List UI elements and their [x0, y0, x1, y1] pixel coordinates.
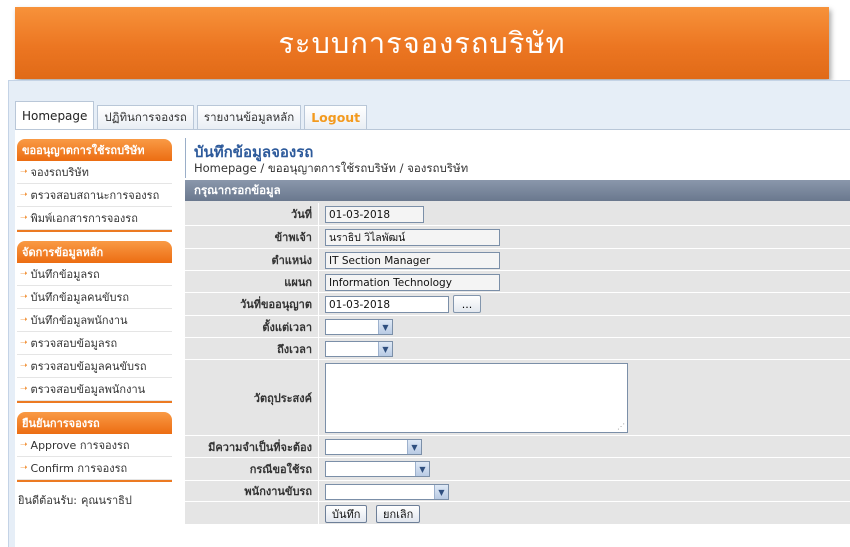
sidebar-item-print-docs[interactable]: ➝ พิมพ์เอกสารการจองรถ: [17, 207, 172, 230]
arrow-right-icon: ➝: [20, 190, 28, 200]
arrow-right-icon: ➝: [20, 315, 28, 325]
sidebar-item-label: บันทึกข้อมูลรถ: [30, 268, 100, 281]
row-necessity: มีความจำเป็นที่จะต้อง ▼: [185, 436, 850, 458]
arrow-right-icon: ➝: [20, 384, 28, 394]
save-button[interactable]: บันทึก: [325, 505, 368, 523]
row-purpose: วัตถุประสงค์ ⋰: [185, 360, 850, 436]
welcome-text: ยินดีต้อนรับ: คุณนราธิป: [18, 491, 132, 509]
tab-logout[interactable]: Logout: [304, 105, 368, 129]
sidebar-section-master-data: จัดการข้อมูลหลัก: [17, 241, 172, 263]
row-request-date: วันที่ขออนุญาต 01-03-2018 ...: [185, 293, 850, 316]
sidebar-section-car-request: ขออนุญาตการใช้รถบริษัท: [17, 139, 172, 161]
app-banner: ระบบการจองรถบริษัท: [15, 7, 829, 79]
actions-label: [185, 502, 319, 524]
request-date-field[interactable]: 01-03-2018: [325, 296, 449, 313]
sidebar-item-check-employee[interactable]: ➝ ตรวจสอบข้อมูลพนักงาน: [17, 378, 172, 401]
driver-select[interactable]: ▼: [325, 484, 449, 500]
arrow-right-icon: ➝: [20, 463, 28, 473]
chevron-down-icon: ▼: [415, 462, 429, 476]
sidebar-item-save-employee[interactable]: ➝ บันทึกข้อมูลพนักงาน: [17, 309, 172, 332]
sidebar-item-check-status[interactable]: ➝ ตรวจสอบสถานะการจองรถ: [17, 184, 172, 207]
row-department: แผนก Information Technology: [185, 271, 850, 293]
sidebar-item-label: จองรถบริษัท: [30, 166, 89, 179]
requester-label: ข้าพเจ้า: [185, 226, 319, 248]
row-requester: ข้าพเจ้า นราธิป วิไลพัฒน์: [185, 226, 850, 249]
sidebar-item-save-driver[interactable]: ➝ บันทึกข้อมูลคนขับรถ: [17, 286, 172, 309]
date-field[interactable]: 01-03-2018: [325, 206, 424, 223]
necessity-select[interactable]: ▼: [325, 439, 422, 455]
form-header: กรุณากรอกข้อมูล: [185, 180, 850, 201]
department-field[interactable]: Information Technology: [325, 274, 500, 291]
sidebar-item-label: Approve การจองรถ: [30, 439, 130, 452]
purpose-label: วัตถุประสงค์: [185, 360, 319, 435]
app-title: ระบบการจองรถบริษัท: [278, 26, 566, 60]
request-date-label: วันที่ขออนุญาต: [185, 293, 319, 315]
sidebar-item-book-car[interactable]: ➝ จองรถบริษัท: [17, 161, 172, 184]
request-case-label: กรณีขอใช้รถ: [185, 458, 319, 480]
row-actions: บันทึก ยกเลิก: [185, 502, 850, 524]
booking-form: กรุณากรอกข้อมูล วันที่ 01-03-2018 ข้าพเจ…: [185, 180, 850, 524]
date-label: วันที่: [185, 203, 319, 225]
main-tabs: Homepage ปฏิทินการจองรถ รายงานข้อมูลหลัก…: [15, 101, 370, 129]
arrow-right-icon: ➝: [20, 269, 28, 279]
sidebar-item-label: บันทึกข้อมูลคนขับรถ: [30, 291, 130, 304]
chevron-down-icon: ▼: [378, 320, 392, 334]
sidebar-item-save-car[interactable]: ➝ บันทึกข้อมูลรถ: [17, 263, 172, 286]
to-time-select[interactable]: ▼: [325, 341, 393, 357]
date-picker-button[interactable]: ...: [453, 295, 481, 313]
to-time-label: ถึงเวลา: [185, 338, 319, 359]
arrow-right-icon: ➝: [20, 338, 28, 348]
from-time-label: ตั้งแต่เวลา: [185, 316, 319, 337]
row-to-time: ถึงเวลา ▼: [185, 338, 850, 360]
chevron-down-icon: ▼: [378, 342, 392, 356]
sidebar-item-approve[interactable]: ➝ Approve การจองรถ: [17, 434, 172, 457]
sidebar-item-label: ตรวจสอบสถานะการจองรถ: [30, 189, 160, 202]
necessity-label: มีความจำเป็นที่จะต้อง: [185, 436, 319, 457]
chevron-down-icon: ▼: [434, 485, 448, 499]
sidebar-item-label: Confirm การจองรถ: [30, 462, 128, 475]
from-time-select[interactable]: ▼: [325, 319, 393, 335]
sidebar-item-label: ตรวจสอบข้อมูลพนักงาน: [30, 383, 146, 396]
row-date: วันที่ 01-03-2018: [185, 203, 850, 226]
breadcrumb: Homepage / ขออนุญาตการใช้รถบริษัท / จองร…: [194, 161, 469, 175]
row-request-case: กรณีขอใช้รถ ▼: [185, 458, 850, 481]
sidebar-item-label: บันทึกข้อมูลพนักงาน: [30, 314, 128, 327]
resize-grip-icon: ⋰: [617, 422, 625, 431]
tab-booking-calendar[interactable]: ปฏิทินการจองรถ: [97, 105, 194, 129]
requester-field[interactable]: นราธิป วิไลพัฒน์: [325, 229, 500, 246]
sidebar: ขออนุญาตการใช้รถบริษัท ➝ จองรถบริษัท ➝ ตรว…: [17, 139, 172, 482]
arrow-right-icon: ➝: [20, 361, 28, 371]
row-driver: พนักงานขับรถ ▼: [185, 481, 850, 502]
arrow-right-icon: ➝: [20, 292, 28, 302]
sidebar-item-label: ตรวจสอบข้อมูลคนขับรถ: [30, 360, 147, 373]
sidebar-item-confirm[interactable]: ➝ Confirm การจองรถ: [17, 457, 172, 480]
sidebar-section-confirm-booking: ยืนยันการจองรถ: [17, 412, 172, 434]
position-label: ตำแหน่ง: [185, 249, 319, 270]
position-field[interactable]: IT Section Manager: [325, 252, 500, 269]
sidebar-item-label: ตรวจสอบข้อมูลรถ: [30, 337, 118, 350]
tab-master-report[interactable]: รายงานข้อมูลหลัก: [196, 105, 302, 129]
department-label: แผนก: [185, 271, 319, 292]
arrow-right-icon: ➝: [20, 167, 28, 177]
row-position: ตำแหน่ง IT Section Manager: [185, 249, 850, 271]
title-divider: [185, 138, 186, 178]
welcome-label: ยินดีต้อนรับ:: [18, 494, 77, 507]
request-case-select[interactable]: ▼: [325, 461, 430, 477]
row-from-time: ตั้งแต่เวลา ▼: [185, 316, 850, 338]
tab-homepage[interactable]: Homepage: [15, 101, 95, 129]
welcome-user: คุณนราธิป: [80, 494, 132, 507]
chevron-down-icon: ▼: [407, 440, 421, 454]
arrow-right-icon: ➝: [20, 440, 28, 450]
sidebar-item-label: พิมพ์เอกสารการจองรถ: [30, 212, 138, 225]
arrow-right-icon: ➝: [20, 213, 28, 223]
section-divider: [17, 480, 172, 482]
cancel-button[interactable]: ยกเลิก: [376, 505, 421, 523]
sidebar-item-check-driver[interactable]: ➝ ตรวจสอบข้อมูลคนขับรถ: [17, 355, 172, 378]
driver-label: พนักงานขับรถ: [185, 481, 319, 501]
sidebar-item-check-car[interactable]: ➝ ตรวจสอบข้อมูลรถ: [17, 332, 172, 355]
purpose-textarea[interactable]: ⋰: [325, 363, 628, 433]
